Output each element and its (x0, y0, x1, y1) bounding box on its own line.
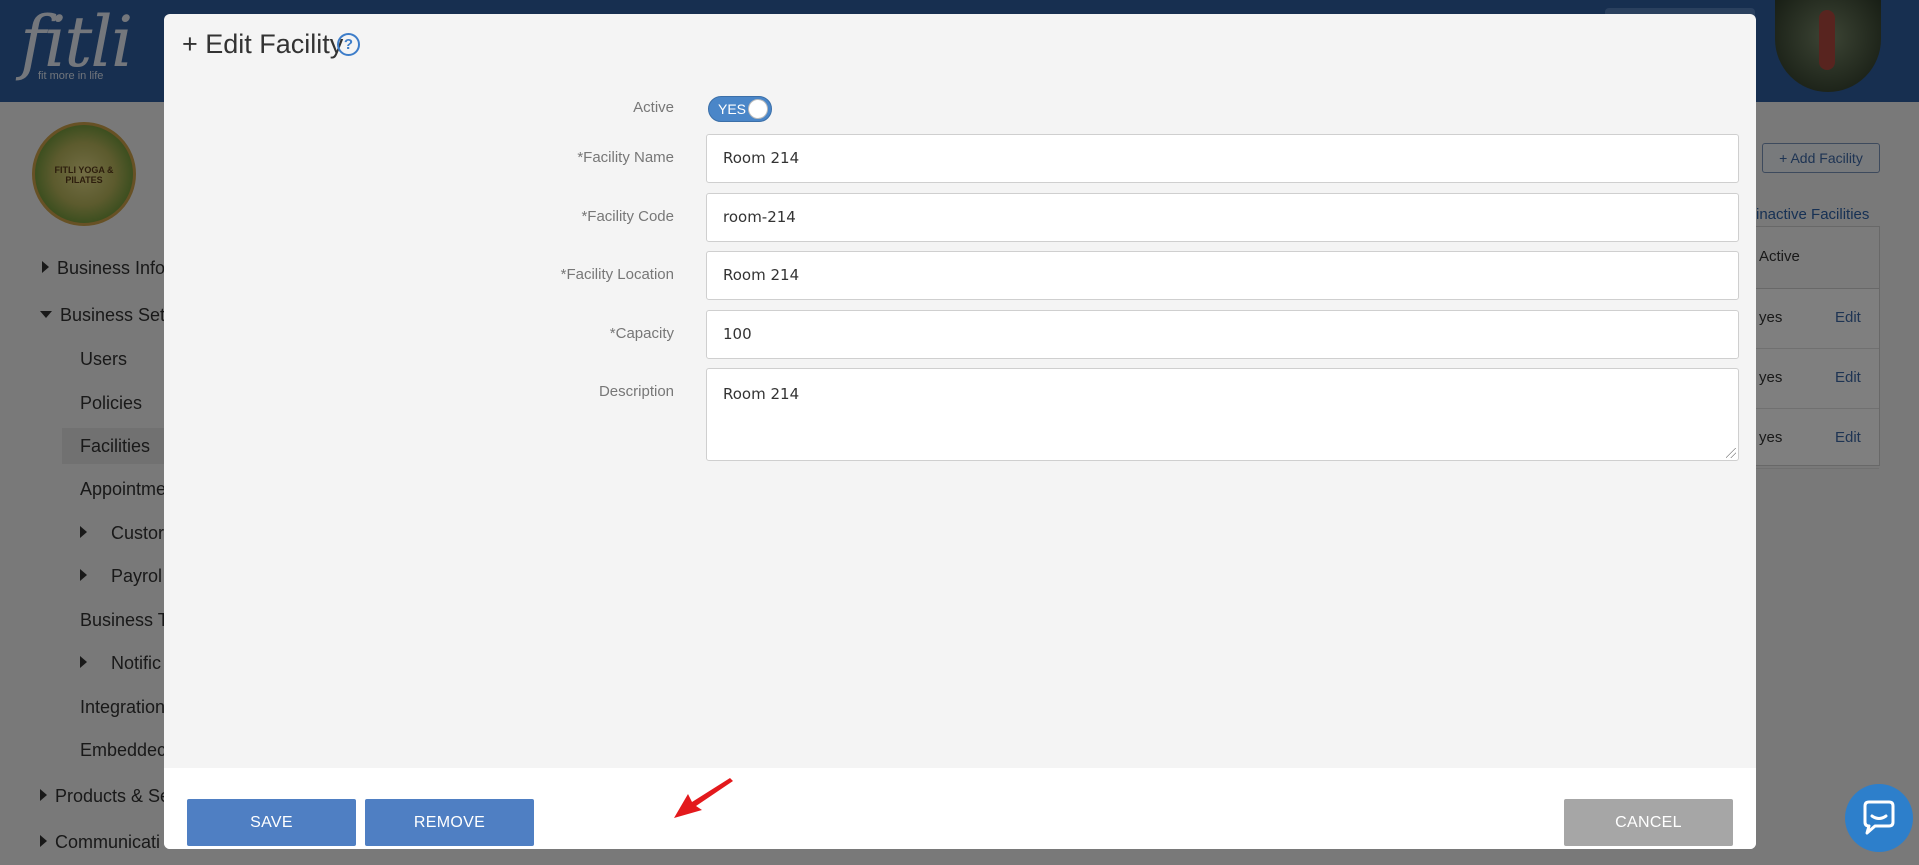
annotation-arrow-icon (674, 778, 733, 818)
remove-button[interactable]: REMOVE (365, 799, 534, 846)
description-textarea[interactable]: Room 214 (706, 368, 1739, 461)
facility-code-label: *Facility Code (581, 208, 674, 225)
active-label: Active (633, 99, 674, 116)
edit-facility-modal: + Edit Facility ? Active YES *Facility N… (164, 14, 1756, 849)
save-button[interactable]: SAVE (187, 799, 356, 846)
facility-name-input[interactable]: Room 214 (706, 134, 1739, 183)
question-circle-icon[interactable]: ? (337, 33, 360, 56)
capacity-label: *Capacity (609, 325, 674, 342)
cancel-button[interactable]: CANCEL (1564, 799, 1733, 846)
resize-handle-icon[interactable] (1726, 448, 1736, 458)
facility-name-label: *Facility Name (577, 149, 674, 166)
active-toggle[interactable]: YES (708, 96, 772, 122)
toggle-knob (748, 99, 768, 119)
facility-location-label: *Facility Location (560, 266, 674, 283)
facility-code-input[interactable]: room-214 (706, 193, 1739, 242)
description-label: Description (598, 383, 674, 400)
chat-bubble-icon (1863, 800, 1895, 835)
facility-location-input[interactable]: Room 214 (706, 251, 1739, 300)
chat-widget-button[interactable] (1845, 784, 1913, 852)
modal-title: + Edit Facility (182, 29, 344, 59)
capacity-input[interactable]: 100 (706, 310, 1739, 359)
